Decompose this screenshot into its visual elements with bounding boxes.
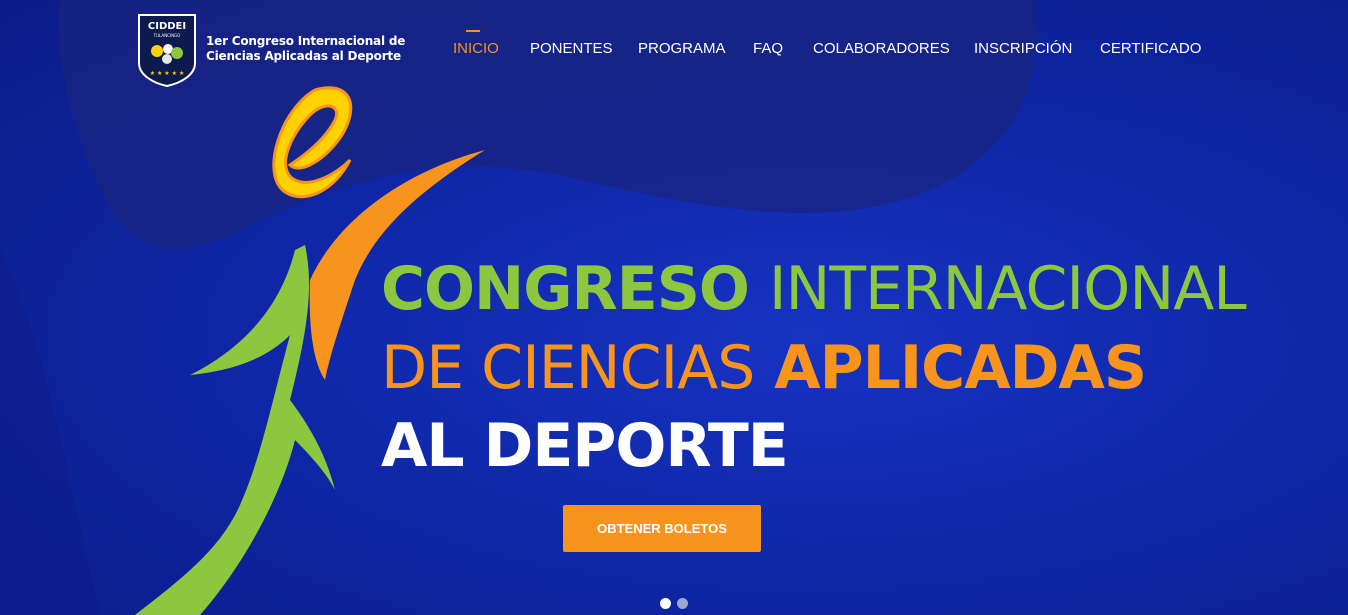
svg-text:CIDDEI: CIDDEI	[148, 21, 186, 32]
ciddei-logo-icon[interactable]: CIDDEI TULANCINGO ★ ★ ★ ★ ★	[137, 13, 197, 87]
site-name-line1: 1er Congreso Internacional de	[206, 34, 406, 48]
svg-text:★ ★ ★ ★ ★: ★ ★ ★ ★ ★	[150, 70, 185, 77]
site-name-line2: Ciencias Aplicadas al Deporte	[206, 49, 401, 63]
nav-item-inicio[interactable]: INICIO	[453, 40, 499, 57]
svg-text:TULANCINGO: TULANCINGO	[153, 33, 181, 38]
slider-dot-2[interactable]	[677, 598, 688, 609]
hero-word-al-deporte: AL DEPORTE	[381, 411, 789, 481]
slider-pagination	[660, 598, 688, 609]
nav-item-certificado[interactable]: CERTIFICADO	[1100, 40, 1201, 57]
hero-word-aplicadas: APLICADAS	[774, 333, 1147, 403]
nav-item-inscripcion[interactable]: INSCRIPCIÓN	[974, 40, 1072, 57]
hero-word-congreso: CONGRESO	[381, 254, 750, 324]
hero-title-line2: DE CIENCIAS APLICADAS	[381, 333, 1147, 403]
nav-item-ponentes[interactable]: PONENTES	[530, 40, 613, 57]
nav-item-programa[interactable]: PROGRAMA	[638, 40, 726, 57]
nav-item-colaboradores[interactable]: COLABORADORES	[813, 40, 950, 57]
site-header: CIDDEI TULANCINGO ★ ★ ★ ★ ★ 1er Congreso…	[0, 0, 1348, 100]
hero-title-line3: AL DEPORTE	[381, 411, 789, 481]
site-name[interactable]: 1er Congreso Internacional de Ciencias A…	[206, 34, 426, 64]
get-tickets-button[interactable]: OBTENER BOLETOS	[563, 505, 761, 552]
hero-word-de-ciencias: DE CIENCIAS	[381, 333, 755, 403]
hero-title-line1: CONGRESO INTERNACIONAL	[381, 254, 1247, 324]
slider-dot-1[interactable]	[660, 598, 671, 609]
nav-item-faq[interactable]: FAQ	[753, 40, 783, 57]
hero-word-internacional: INTERNACIONAL	[768, 254, 1247, 324]
nav-active-indicator	[466, 30, 480, 32]
